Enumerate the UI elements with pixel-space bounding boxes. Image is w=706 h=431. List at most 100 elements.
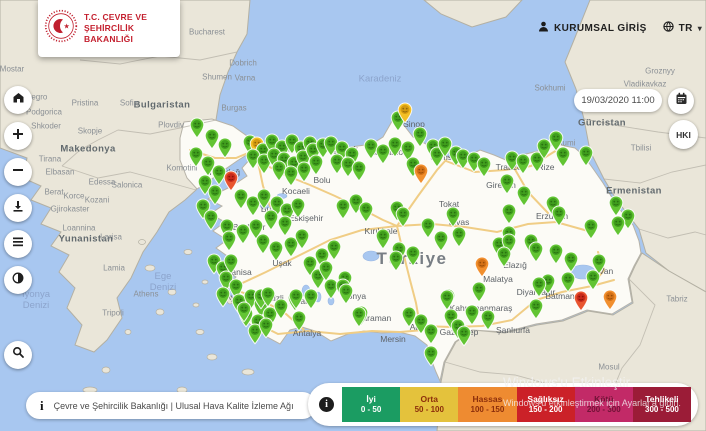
station-marker[interactable] <box>304 288 319 309</box>
station-marker[interactable] <box>529 298 544 319</box>
header-account-area: KURUMSAL GİRİŞ TR ▾ <box>538 21 702 35</box>
station-marker[interactable] <box>561 271 576 292</box>
station-marker[interactable] <box>218 137 233 158</box>
search-button[interactable] <box>4 341 32 369</box>
station-marker[interactable] <box>477 156 492 177</box>
station-marker[interactable] <box>190 117 205 138</box>
hki-button[interactable]: HKI <box>669 120 698 149</box>
station-marker[interactable] <box>216 286 231 307</box>
legend-item: İyi0 - 50 <box>342 387 400 422</box>
contrast-icon <box>12 271 24 289</box>
station-marker[interactable] <box>446 206 461 227</box>
legend-scale: İyi0 - 50Orta50 - 100Hassas100 - 150Sağl… <box>342 387 691 422</box>
corporate-login-link[interactable]: KURUMSAL GİRİŞ <box>554 23 647 34</box>
station-marker[interactable] <box>291 197 306 218</box>
datetime-input[interactable]: 19/03/2020 11:00 <box>574 89 662 112</box>
station-marker[interactable] <box>500 173 515 194</box>
station-marker[interactable] <box>549 243 564 264</box>
station-marker[interactable] <box>497 246 512 267</box>
legend-info-icon[interactable]: i <box>319 397 334 412</box>
station-marker[interactable] <box>452 226 467 247</box>
layers-icon <box>12 235 24 253</box>
station-marker[interactable] <box>339 283 354 304</box>
station-marker[interactable] <box>269 240 284 261</box>
ministry-name: T.C. ÇEVRE VE ŞEHİRCİLİK BAKANLIĞI <box>84 12 174 45</box>
station-marker[interactable] <box>289 288 304 309</box>
station-marker[interactable] <box>278 215 293 236</box>
station-marker[interactable] <box>237 301 252 322</box>
station-marker[interactable] <box>472 281 487 302</box>
station-marker[interactable] <box>236 223 251 244</box>
attribution-text: Çevre ve Şehircilik Bakanlığı | Ulusal H… <box>54 401 294 411</box>
user-icon <box>538 21 549 35</box>
info-icon[interactable]: i <box>40 398 44 414</box>
station-marker[interactable] <box>475 256 490 277</box>
station-marker[interactable] <box>532 276 547 297</box>
station-marker[interactable] <box>222 230 237 251</box>
language-selector[interactable]: TR <box>679 23 693 34</box>
air-quality-map-app: TürkiyeBulgaristanMakedonyaYunanistanGür… <box>0 0 706 431</box>
calendar-button[interactable] <box>668 88 694 114</box>
zoom-in-icon <box>12 127 24 145</box>
station-marker[interactable] <box>564 251 579 272</box>
station-marker[interactable] <box>406 245 421 266</box>
station-marker[interactable] <box>352 160 367 181</box>
station-marker[interactable] <box>292 310 307 331</box>
station-marker[interactable] <box>414 163 429 184</box>
legend-item: Hassas100 - 150 <box>458 387 516 422</box>
station-marker[interactable] <box>516 153 531 174</box>
station-marker[interactable] <box>603 289 618 310</box>
station-marker[interactable] <box>352 306 367 327</box>
zoom-in-button[interactable] <box>4 122 32 150</box>
zoom-out-button[interactable] <box>4 158 32 186</box>
station-marker[interactable] <box>517 185 532 206</box>
station-marker[interactable] <box>376 228 391 249</box>
station-marker[interactable] <box>611 215 626 236</box>
station-marker[interactable] <box>529 241 544 262</box>
map-toolbar <box>4 86 32 369</box>
svg-text:★: ★ <box>64 23 70 31</box>
station-marker[interactable] <box>396 206 411 227</box>
station-marker[interactable] <box>398 102 413 123</box>
station-marker[interactable] <box>481 309 496 330</box>
chevron-down-icon[interactable]: ▾ <box>698 24 702 33</box>
legend-item: Sağlıksız150 - 200 <box>517 387 575 422</box>
station-marker[interactable] <box>556 146 571 167</box>
station-marker[interactable] <box>440 289 455 310</box>
legend-item: Tehlikeli300 - 500 <box>633 387 691 422</box>
globe-icon <box>663 21 674 35</box>
layers-button[interactable] <box>4 230 32 258</box>
station-marker[interactable] <box>465 304 480 325</box>
station-marker[interactable] <box>457 325 472 346</box>
station-marker[interactable] <box>552 205 567 226</box>
station-marker[interactable] <box>261 286 276 307</box>
legend-item: Kötü200 - 300 <box>575 387 633 422</box>
station-marker[interactable] <box>434 230 449 251</box>
contrast-button[interactable] <box>4 266 32 294</box>
station-marker[interactable] <box>204 209 219 230</box>
station-marker[interactable] <box>327 239 342 260</box>
station-marker[interactable] <box>502 203 517 224</box>
home-icon <box>12 91 25 109</box>
station-marker[interactable] <box>424 323 439 344</box>
search-icon <box>12 346 25 364</box>
station-marker[interactable] <box>259 317 274 338</box>
map-canvas[interactable] <box>0 0 706 431</box>
download-icon <box>12 199 24 217</box>
ministry-logo-card[interactable]: ★ T.C. ÇEVRE VE ŞEHİRCİLİK BAKANLIĞI <box>38 0 180 57</box>
home-button[interactable] <box>4 86 32 114</box>
station-marker[interactable] <box>424 345 439 366</box>
station-marker[interactable] <box>579 145 594 166</box>
footer-attribution: i Çevre ve Şehircilik Bakanlığı | Ulusal… <box>26 392 316 419</box>
station-marker[interactable] <box>319 260 334 281</box>
station-marker[interactable] <box>359 201 374 222</box>
legend-item: Orta50 - 100 <box>400 387 458 422</box>
station-marker[interactable] <box>389 250 404 271</box>
download-button[interactable] <box>4 194 32 222</box>
station-marker[interactable] <box>264 209 279 230</box>
station-marker[interactable] <box>295 228 310 249</box>
station-marker[interactable] <box>574 290 589 311</box>
station-marker[interactable] <box>592 253 607 274</box>
station-marker[interactable] <box>274 298 289 319</box>
station-marker[interactable] <box>584 218 599 239</box>
